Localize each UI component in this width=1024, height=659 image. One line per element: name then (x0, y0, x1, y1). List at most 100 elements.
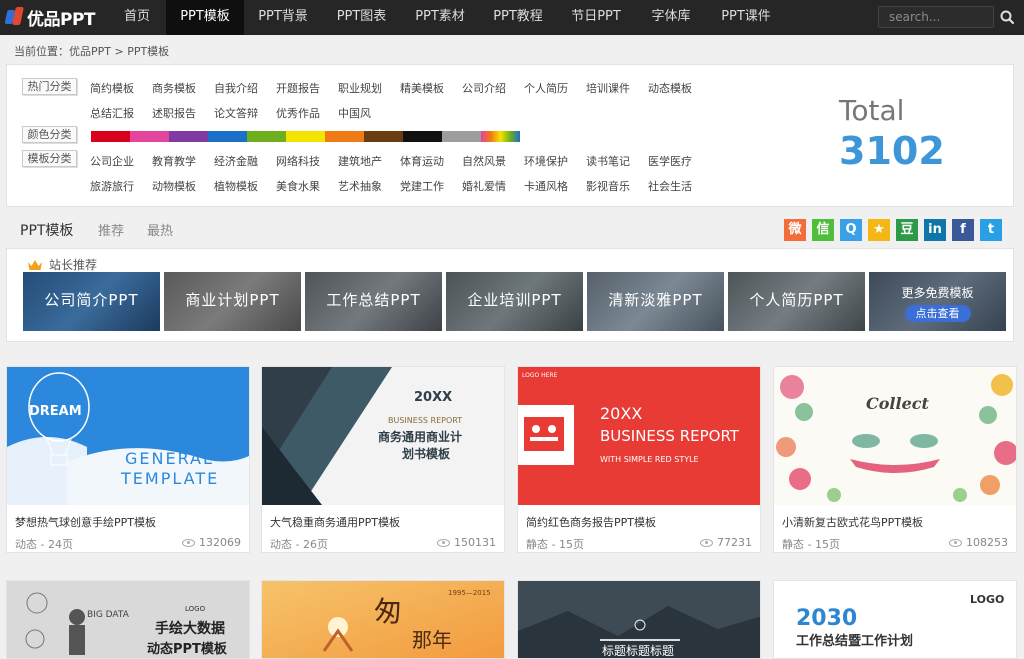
qq-icon[interactable]: Q (840, 219, 862, 241)
template-thumbnail[interactable]: BIG DATA LOGO 手绘大数据 动态PPT模板 (7, 581, 249, 658)
logo-text: 优品PPT (27, 9, 96, 30)
category-link[interactable]: 影视音乐 (586, 178, 648, 194)
category-link[interactable]: 职业规划 (338, 80, 400, 96)
category-link[interactable]: 中国风 (338, 105, 400, 121)
color-swatch[interactable] (286, 131, 325, 142)
template-card[interactable]: 标题标题标题 (517, 580, 761, 659)
category-link[interactable]: 自然风景 (462, 153, 524, 169)
search-button[interactable] (997, 6, 1017, 28)
category-link[interactable]: 总结汇报 (90, 105, 152, 121)
template-thumbnail[interactable]: DREAM GENERAL TEMPLATE (7, 367, 249, 505)
category-link[interactable]: 优秀作品 (276, 105, 338, 121)
category-link[interactable]: 婚礼爱情 (462, 178, 524, 194)
nav-item-ppt-materials[interactable]: PPT素材 (401, 0, 479, 35)
nav-item-ppt-charts[interactable]: PPT图表 (322, 0, 401, 35)
category-link[interactable]: 公司企业 (90, 153, 152, 169)
category-link[interactable]: 建筑地产 (338, 153, 400, 169)
category-link[interactable]: 简约模板 (90, 80, 152, 96)
nav-item-ppt-templates[interactable]: PPT模板 (166, 0, 244, 35)
tab-ppt-templates[interactable]: PPT模板 (20, 220, 73, 240)
template-thumbnail[interactable]: Collect (774, 367, 1016, 505)
template-title[interactable]: 简约红色商务报告PPT模板 (526, 514, 656, 530)
category-link[interactable]: 读书笔记 (586, 153, 648, 169)
category-link[interactable]: 动物模板 (152, 178, 214, 194)
category-link[interactable]: 教育教学 (152, 153, 214, 169)
category-link[interactable]: 动态模板 (648, 80, 710, 96)
featured-card-corporate-training[interactable]: 企业培训PPT (446, 272, 583, 331)
color-swatch[interactable] (247, 131, 286, 142)
color-swatch[interactable] (91, 131, 130, 142)
color-swatch[interactable] (364, 131, 403, 142)
template-thumbnail[interactable]: 20XX BUSINESS REPORT 商务通用商业计 划书模板 (262, 367, 504, 505)
category-link[interactable]: 美食水果 (276, 178, 338, 194)
category-link[interactable]: 培训课件 (586, 80, 648, 96)
template-thumbnail[interactable]: LOGO HERE 20XX BUSINESS REPORT WITH SIMP… (518, 367, 760, 505)
category-link[interactable]: 开题报告 (276, 80, 338, 96)
color-swatch[interactable] (130, 131, 169, 142)
color-swatch[interactable] (442, 131, 481, 142)
featured-card-more-free[interactable]: 更多免费模板 点击查看 (869, 272, 1006, 331)
template-thumbnail[interactable]: 标题标题标题 (518, 581, 760, 658)
wechat-icon[interactable]: 信 (812, 219, 834, 241)
template-card[interactable]: DREAM GENERAL TEMPLATE 梦想热气球创意手绘PPT模板 动态… (6, 366, 250, 553)
category-link[interactable]: 卡通风格 (524, 178, 586, 194)
facebook-icon[interactable]: f (952, 219, 974, 241)
qzone-icon[interactable]: ★ (868, 219, 890, 241)
nav-item-ppt-courseware[interactable]: PPT课件 (707, 0, 785, 35)
template-card[interactable]: 20XX BUSINESS REPORT 商务通用商业计 划书模板 大气稳重商务… (261, 366, 505, 553)
template-title[interactable]: 大气稳重商务通用PPT模板 (270, 514, 400, 530)
template-thumbnail[interactable]: 1995—2015 匆 那年 (262, 581, 504, 658)
site-logo[interactable]: 优品PPT (4, 5, 96, 30)
main-nav: 首页 PPT模板 PPT背景 PPT图表 PPT素材 PPT教程 节日PPT 字… (108, 0, 785, 35)
featured-card-company-profile[interactable]: 公司简介PPT (23, 272, 160, 331)
category-link[interactable]: 旅游旅行 (90, 178, 152, 194)
nav-item-holiday-ppt[interactable]: 节日PPT (557, 0, 635, 35)
category-link[interactable]: 个人简历 (524, 80, 586, 96)
tab-hottest[interactable]: 最热 (147, 220, 173, 239)
nav-item-ppt-tutorials[interactable]: PPT教程 (479, 0, 557, 35)
linkedin-icon[interactable]: in (924, 219, 946, 241)
tab-recommend[interactable]: 推荐 (98, 220, 124, 239)
template-category-row-2: 旅游旅行 动物模板 植物模板 美食水果 艺术抽象 党建工作 婚礼爱情 卡通风格 … (90, 178, 710, 194)
category-link[interactable]: 植物模板 (214, 178, 276, 194)
featured-card-resume[interactable]: 个人简历PPT (728, 272, 865, 331)
color-swatch[interactable] (403, 131, 442, 142)
featured-card-work-summary[interactable]: 工作总结PPT (305, 272, 442, 331)
template-thumbnail[interactable]: LOGO 2030 工作总结暨工作计划 (774, 581, 1016, 658)
template-card[interactable]: BIG DATA LOGO 手绘大数据 动态PPT模板 (6, 580, 250, 659)
category-link[interactable]: 环境保护 (524, 153, 586, 169)
view-more-button[interactable]: 点击查看 (904, 305, 971, 322)
color-swatch[interactable] (169, 131, 208, 142)
template-title[interactable]: 小清新复古欧式花鸟PPT模板 (782, 514, 923, 530)
featured-card-business-plan[interactable]: 商业计划PPT (164, 272, 301, 331)
color-swatch[interactable] (208, 131, 247, 142)
category-link[interactable]: 艺术抽象 (338, 178, 400, 194)
category-link[interactable]: 党建工作 (400, 178, 462, 194)
template-card[interactable]: LOGO 2030 工作总结暨工作计划 (773, 580, 1017, 659)
category-link[interactable]: 商务模板 (152, 80, 214, 96)
twitter-icon[interactable]: t (980, 219, 1002, 241)
douban-icon[interactable]: 豆 (896, 219, 918, 241)
color-swatch[interactable] (325, 131, 364, 142)
category-link[interactable]: 医学医疗 (648, 153, 710, 169)
template-card[interactable]: Collect 小清新复古欧式花鸟PPT模板 静态 - 15页 108253 (773, 366, 1017, 553)
category-link[interactable]: 自我介绍 (214, 80, 276, 96)
category-link[interactable]: 公司介绍 (462, 80, 524, 96)
category-link[interactable]: 网络科技 (276, 153, 338, 169)
category-link[interactable]: 述职报告 (152, 105, 214, 121)
category-link[interactable]: 体育运动 (400, 153, 462, 169)
category-link[interactable]: 精美模板 (400, 80, 462, 96)
nav-item-ppt-backgrounds[interactable]: PPT背景 (244, 0, 322, 35)
color-swatch[interactable] (481, 131, 520, 142)
category-link[interactable]: 社会生活 (648, 178, 710, 194)
weibo-icon[interactable]: 微 (784, 219, 806, 241)
nav-item-fonts[interactable]: 字体库 (635, 0, 707, 35)
category-link[interactable]: 经济金融 (214, 153, 276, 169)
template-card[interactable]: LOGO HERE 20XX BUSINESS REPORT WITH SIMP… (517, 366, 761, 553)
featured-card-fresh-elegant[interactable]: 清新淡雅PPT (587, 272, 724, 331)
search-input[interactable]: search... (878, 6, 994, 28)
template-card[interactable]: 1995—2015 匆 那年 (261, 580, 505, 659)
category-link[interactable]: 论文答辩 (214, 105, 276, 121)
nav-item-home[interactable]: 首页 (108, 0, 166, 35)
template-title[interactable]: 梦想热气球创意手绘PPT模板 (15, 514, 156, 530)
